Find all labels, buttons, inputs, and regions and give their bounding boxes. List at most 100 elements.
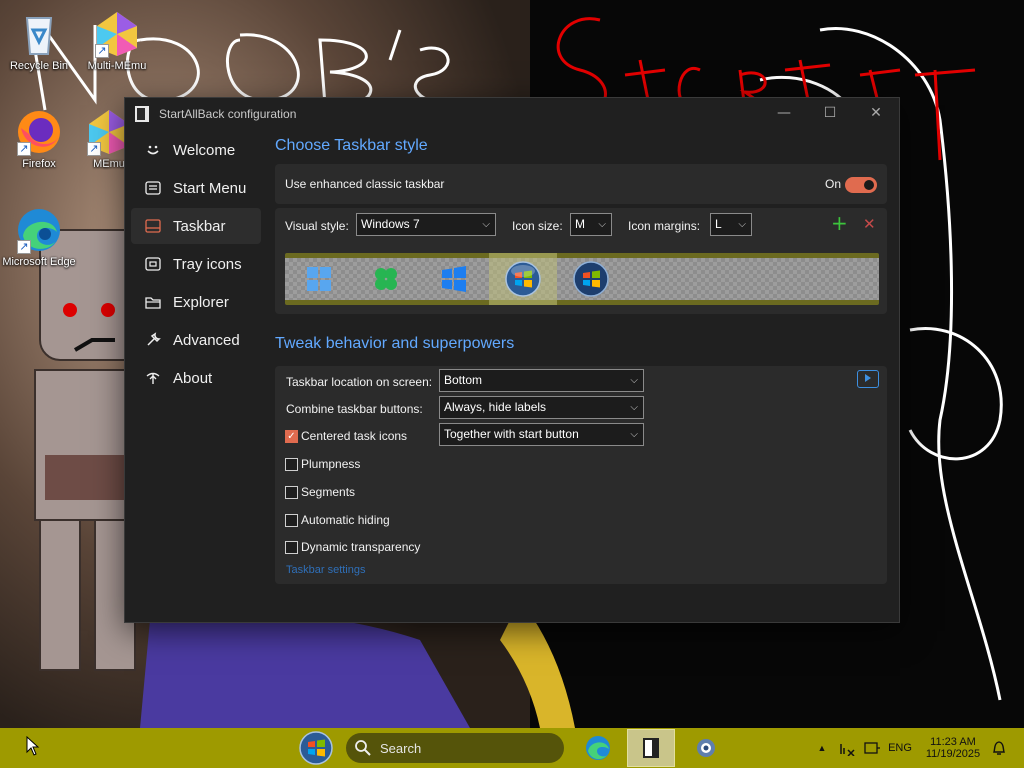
mouse-cursor-icon [26,736,40,756]
visual-style-select[interactable]: Windows 7 ⌵ [356,213,496,236]
combine-buttons-select[interactable]: Always, hide labels ⌵ [439,396,644,419]
chevron-down-icon: ⌵ [738,219,746,230]
chevron-down-icon: ⌵ [630,402,638,413]
startallback-app-icon [643,738,659,758]
firefox-icon: ↗ [15,108,63,156]
sidebar-item-label: Advanced [173,331,240,349]
start-menu-icon [143,178,163,198]
chevron-down-icon: ⌵ [598,219,606,230]
segments-checkbox[interactable] [285,486,298,499]
icon-margins-select[interactable]: L ⌵ [710,213,752,236]
section-title-tweaks: Tweak behavior and superpowers [275,335,515,352]
desktop-icon-label: Microsoft Edge [2,256,76,268]
windows-7-orb-icon[interactable] [505,261,541,297]
play-icon [865,374,871,382]
add-style-button[interactable]: + [831,211,848,235]
desktop-icon-label: Multi-MEmu [87,60,147,72]
sidebar-item-start-menu[interactable]: Start Menu [131,170,261,206]
language-indicator[interactable]: ENG [884,728,916,768]
icon-size-select[interactable]: M ⌵ [570,213,612,236]
shortcut-arrow-icon: ↗ [17,240,31,254]
windows-7-orb-icon [299,731,333,765]
enhanced-taskbar-toggle[interactable] [845,177,877,193]
remove-style-button[interactable]: ✕ [863,215,876,233]
taskbar-startallback-button[interactable] [627,729,675,767]
taskbar-search-box[interactable]: Search [346,733,564,763]
taskbar: Search ▲ ENG 11:23 AM 11/19/2025 [0,728,1024,768]
combine-buttons-label: Combine taskbar buttons: [286,402,423,416]
centered-mode-select[interactable]: Together with start button ⌵ [439,423,644,446]
taskbar-settings-link[interactable]: Taskbar settings [286,564,365,576]
icon-size-value: M [575,217,585,231]
clock-time: 11:23 AM [930,736,976,748]
plumpness-checkbox[interactable] [285,458,298,471]
start-button[interactable] [296,728,336,768]
clock[interactable]: 11:23 AM 11/19/2025 [920,728,986,768]
tray-icon [143,254,163,274]
taskbar-edge-button[interactable] [580,728,616,768]
sidebar-item-label: Taskbar [173,217,226,235]
desktop-icon-label: Recycle Bin [9,60,69,72]
toggle-state-label: On [824,177,841,191]
shortcut-arrow-icon: ↗ [87,142,101,156]
sidebar-item-advanced[interactable]: Advanced [131,322,261,358]
taskbar-location-select[interactable]: Bottom ⌵ [439,369,644,392]
edge-icon: ↗ [15,206,63,254]
desktop-icon-multi-memu[interactable]: ↗ Multi-MEmu [79,10,155,72]
windows-vista-orb-icon[interactable] [573,261,609,297]
visual-style-value: Windows 7 [361,217,420,231]
minimize-button[interactable]: — [761,98,807,128]
wrench-icon [143,330,163,350]
smile-icon [143,140,163,160]
chevron-down-icon: ⌵ [482,219,490,230]
centered-mode-value: Together with start button [444,427,579,441]
maximize-button[interactable]: ☐ [807,98,853,128]
section-title-taskbar-style: Choose Taskbar style [275,137,428,154]
dynamic-transparency-checkbox[interactable] [285,541,298,554]
sidebar-item-tray-icons[interactable]: Tray icons [131,246,261,282]
sidebar-item-label: Tray icons [173,255,242,273]
taskbar-location-value: Bottom [444,373,483,387]
enhanced-taskbar-row: Use enhanced classic taskbar On [275,164,887,204]
icon-margins-label: Icon margins: [628,219,701,233]
windows-10-start-icon[interactable] [440,265,468,293]
notifications-button[interactable] [988,728,1010,768]
clover-start-icon[interactable] [372,265,400,293]
sidebar-item-taskbar[interactable]: Taskbar [131,208,261,244]
centered-task-icons-checkbox[interactable]: ✓ [285,430,298,443]
automatic-hiding-checkbox[interactable] [285,514,298,527]
sidebar-item-explorer[interactable]: Explorer [131,284,261,320]
volume-icon[interactable] [862,728,882,768]
show-hidden-icons-chevron[interactable]: ▲ [814,728,830,768]
visual-style-label: Visual style: [285,219,349,233]
windows-11-start-icon[interactable] [305,265,333,293]
title-bar[interactable]: StartAllBack configuration — ☐ ✕ [125,98,899,130]
sidebar-item-about[interactable]: About [131,360,261,396]
icon-margins-value: L [715,217,722,231]
sidebar-item-label: About [173,369,213,387]
startallback-config-window: StartAllBack configuration — ☐ ✕ Welcome… [124,97,900,623]
start-button-preview-strip [285,253,879,305]
desktop-icon-label: Firefox [22,158,56,170]
close-button[interactable]: ✕ [853,98,899,128]
play-video-button[interactable] [857,370,879,388]
edge-icon [586,736,610,760]
sidebar: Welcome Start Menu Taskbar Tray icons Ex… [131,130,261,398]
shortcut-arrow-icon: ↗ [95,44,109,58]
taskbar-location-label: Taskbar location on screen: [286,375,433,389]
chevron-down-icon: ⌵ [630,375,638,386]
sidebar-item-label: Welcome [173,141,236,159]
desktop-icon-recycle-bin[interactable]: Recycle Bin [1,10,77,72]
desktop-icon-firefox[interactable]: ↗ Firefox [1,108,77,170]
search-placeholder: Search [380,740,422,756]
visual-style-card: Visual style: Windows 7 ⌵ Icon size: M ⌵… [275,208,887,314]
centered-task-icons-label: Centered task icons [301,429,408,443]
dynamic-transparency-label: Dynamic transparency [301,540,421,554]
sidebar-item-label: Start Menu [173,179,247,197]
about-icon [143,368,163,388]
network-icon[interactable] [838,728,858,768]
sidebar-item-welcome[interactable]: Welcome [131,132,261,168]
tweaks-card: Taskbar location on screen: Bottom ⌵ Com… [275,366,887,584]
desktop-icon-edge[interactable]: ↗ Microsoft Edge [1,206,77,268]
taskbar-settings-button[interactable] [688,728,724,768]
